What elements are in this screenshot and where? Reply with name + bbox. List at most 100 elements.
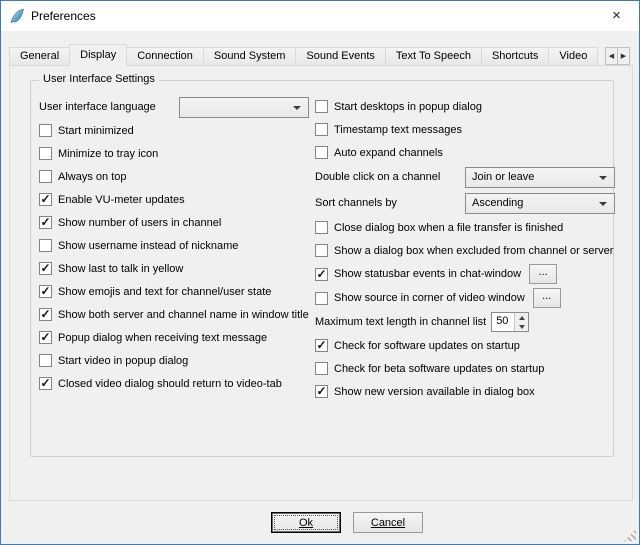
double-click-combobox[interactable]: Join or leave: [465, 167, 615, 188]
double-click-row: Double click on a channel Join or leave: [315, 164, 615, 190]
language-combobox[interactable]: [179, 97, 309, 118]
checkbox-label: Show a dialog box when excluded from cha…: [334, 245, 613, 257]
checkbox-statusbar-events[interactable]: Show statusbar events in chat-window: [315, 262, 521, 286]
language-label: User interface language: [39, 101, 156, 113]
checkbox-server-channel-title[interactable]: Show both server and channel name in win…: [39, 303, 309, 326]
checkbox-label: Always on top: [58, 171, 126, 183]
tab-sound-system[interactable]: Sound System: [203, 47, 297, 65]
checkbox-box: [39, 239, 52, 252]
checkbox-start-video-popup[interactable]: Start video in popup dialog: [39, 349, 309, 372]
max-text-length-spinbox[interactable]: 50: [491, 312, 529, 332]
checkbox-box: [315, 221, 328, 234]
checkbox-box: [39, 331, 52, 344]
checkbox-closed-video-return[interactable]: Closed video dialog should return to vid…: [39, 372, 309, 395]
checkbox-label: Show both server and channel name in win…: [58, 309, 309, 321]
checkbox-box: [315, 362, 328, 375]
checkbox-close-filetransfer-dialog[interactable]: Close dialog box when a file transfer is…: [315, 216, 615, 239]
checkbox-video-source-corner[interactable]: Show source in corner of video window: [315, 286, 525, 310]
sort-channels-value: Ascending: [472, 197, 523, 209]
checkbox-label: Show last to talk in yellow: [58, 263, 183, 275]
checkbox-box: [39, 354, 52, 367]
checkbox-label: Auto expand channels: [334, 147, 443, 159]
ui-settings-group: User Interface Settings User interface l…: [30, 80, 614, 457]
checkbox-start-desktops-popup[interactable]: Start desktops in popup dialog: [315, 95, 615, 118]
tab-shortcuts[interactable]: Shortcuts: [481, 47, 549, 65]
checkbox-last-talk-yellow[interactable]: Show last to talk in yellow: [39, 257, 309, 280]
tab-connection[interactable]: Connection: [126, 47, 204, 65]
spin-down-icon[interactable]: [515, 322, 528, 331]
checkbox-label: Minimize to tray icon: [58, 148, 158, 160]
right-column: Start desktops in popup dialog Timestamp…: [315, 95, 615, 403]
checkbox-new-version-dialog[interactable]: Show new version available in dialog box: [315, 380, 615, 403]
sort-channels-label: Sort channels by: [315, 197, 397, 209]
checkbox-enable-vu-meter[interactable]: Enable VU-meter updates: [39, 188, 309, 211]
double-click-label: Double click on a channel: [315, 171, 440, 183]
checkbox-label: Enable VU-meter updates: [58, 194, 185, 206]
chevron-down-icon: [599, 176, 607, 180]
tab-scroll-right-icon[interactable]: ▶: [617, 47, 630, 65]
cancel-button[interactable]: Cancel: [353, 512, 423, 533]
checkbox-label: Close dialog box when a file transfer is…: [334, 222, 563, 234]
checkbox-label: Check for software updates on startup: [334, 340, 520, 352]
tab-video[interactable]: Video: [548, 47, 598, 65]
checkbox-box: [315, 123, 328, 136]
tab-sound-events[interactable]: Sound Events: [295, 47, 386, 65]
checkbox-box: [315, 244, 328, 257]
checkbox-label: Show new version available in dialog box: [334, 386, 535, 398]
checkbox-show-username[interactable]: Show username instead of nickname: [39, 234, 309, 257]
language-row: User interface language: [39, 95, 309, 119]
ok-button[interactable]: Ok: [271, 512, 341, 533]
checkbox-box: [39, 124, 52, 137]
tab-scroll-control: ◀ ▶: [605, 47, 630, 65]
checkbox-box: [39, 285, 52, 298]
double-click-value: Join or leave: [472, 171, 534, 183]
statusbar-events-browse-button[interactable]: ...: [529, 264, 557, 284]
display-tab-page: User Interface Settings User interface l…: [9, 65, 633, 501]
video-source-row: Show source in corner of video window ..…: [315, 286, 615, 310]
checkbox-label: Show username instead of nickname: [58, 240, 238, 252]
checkbox-box: [39, 262, 52, 275]
checkbox-timestamp-messages[interactable]: Timestamp text messages: [315, 118, 615, 141]
tab-general[interactable]: General: [9, 47, 70, 65]
checkbox-show-emojis[interactable]: Show emojis and text for channel/user st…: [39, 280, 309, 303]
app-icon: [9, 8, 25, 24]
checkbox-box: [39, 193, 52, 206]
max-text-length-label: Maximum text length in channel list: [315, 316, 486, 328]
checkbox-start-minimized[interactable]: Start minimized: [39, 119, 309, 142]
checkbox-check-beta-updates[interactable]: Check for beta software updates on start…: [315, 357, 615, 380]
chevron-down-icon: [599, 202, 607, 206]
tab-display[interactable]: Display: [69, 44, 127, 66]
video-source-browse-button[interactable]: ...: [533, 288, 561, 308]
checkbox-check-updates[interactable]: Check for software updates on startup: [315, 334, 615, 357]
spin-up-icon[interactable]: [515, 313, 528, 322]
max-text-length-value[interactable]: 50: [492, 313, 514, 331]
checkbox-label: Timestamp text messages: [334, 124, 462, 136]
title-bar[interactable]: Preferences ×: [1, 1, 639, 31]
checkbox-box: [315, 100, 328, 113]
checkbox-minimize-to-tray[interactable]: Minimize to tray icon: [39, 142, 309, 165]
tab-bar: General Display Connection Sound System …: [9, 44, 617, 66]
resize-grip[interactable]: [624, 529, 636, 541]
sort-channels-row: Sort channels by Ascending: [315, 190, 615, 216]
checkbox-label: Popup dialog when receiving text message: [58, 332, 267, 344]
checkbox-popup-text-message[interactable]: Popup dialog when receiving text message: [39, 326, 309, 349]
checkbox-label: Start minimized: [58, 125, 134, 137]
checkbox-box: [315, 339, 328, 352]
checkbox-label: Check for beta software updates on start…: [334, 363, 544, 375]
checkbox-box: [39, 308, 52, 321]
checkbox-box: [315, 268, 328, 281]
tab-text-to-speech[interactable]: Text To Speech: [385, 47, 482, 65]
checkbox-always-on-top[interactable]: Always on top: [39, 165, 309, 188]
checkbox-show-user-count[interactable]: Show number of users in channel: [39, 211, 309, 234]
checkbox-label: Start desktops in popup dialog: [334, 101, 482, 113]
checkbox-box: [39, 216, 52, 229]
checkbox-box: [315, 146, 328, 159]
checkbox-excluded-dialog[interactable]: Show a dialog box when excluded from cha…: [315, 239, 615, 262]
checkbox-label: Start video in popup dialog: [58, 355, 188, 367]
checkbox-box: [315, 385, 328, 398]
checkbox-auto-expand-channels[interactable]: Auto expand channels: [315, 141, 615, 164]
max-text-length-row: Maximum text length in channel list 50: [315, 310, 615, 334]
sort-channels-combobox[interactable]: Ascending: [465, 193, 615, 214]
close-button[interactable]: ×: [594, 1, 639, 30]
checkbox-label: Show number of users in channel: [58, 217, 221, 229]
